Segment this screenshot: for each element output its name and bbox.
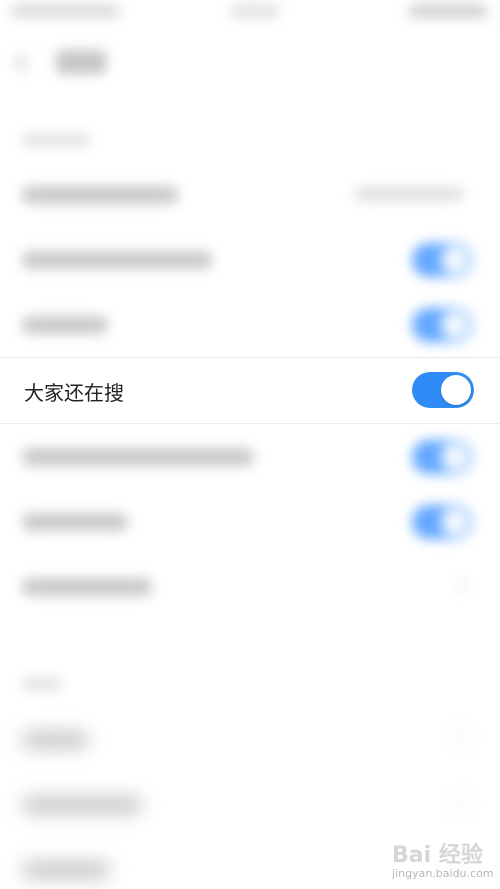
chevron-right-icon <box>451 795 467 811</box>
page-title-blurred <box>56 50 106 74</box>
row-label-blurred <box>22 251 212 269</box>
settings-row[interactable] <box>0 227 500 292</box>
row-value-blurred <box>354 187 464 201</box>
settings-row[interactable] <box>0 424 500 489</box>
row-label: 大家还在搜 <box>24 381 124 405</box>
row-label-blurred <box>22 861 110 879</box>
status-left-blurred <box>10 4 120 18</box>
everyone-searching-toggle[interactable] <box>412 372 474 408</box>
status-battery-blurred <box>408 4 488 18</box>
settings-row[interactable] <box>0 292 500 357</box>
settings-row[interactable] <box>0 707 500 772</box>
row-label-blurred <box>22 731 88 749</box>
settings-row[interactable] <box>0 772 500 837</box>
section-label-blurred <box>22 134 90 146</box>
baidu-jingyan-watermark: Bai 经验 jingyan.baidu.com <box>392 837 494 885</box>
back-icon[interactable] <box>15 53 35 73</box>
status-bar <box>0 0 500 28</box>
section-label-blurred <box>22 678 62 690</box>
toggle-switch-blurred[interactable] <box>412 308 472 342</box>
toggle-knob <box>441 375 471 405</box>
settings-row[interactable] <box>0 489 500 554</box>
row-label-blurred <box>22 448 254 466</box>
header <box>0 28 500 100</box>
row-label-blurred <box>22 796 142 814</box>
settings-row[interactable] <box>0 162 500 227</box>
row-label-blurred <box>22 186 178 204</box>
watermark-url: jingyan.baidu.com <box>392 867 494 880</box>
chevron-right-icon <box>451 730 467 746</box>
settings-row-everyone-searching[interactable]: 大家还在搜 <box>0 358 500 423</box>
row-label-blurred <box>22 513 128 531</box>
toggle-switch-blurred[interactable] <box>412 243 472 277</box>
row-label-blurred <box>22 316 108 334</box>
row-label-blurred <box>22 578 152 596</box>
status-time-blurred <box>230 4 280 18</box>
settings-row[interactable] <box>0 554 500 619</box>
watermark-mark: Bai 经验 <box>392 843 483 868</box>
toggle-switch-blurred[interactable] <box>412 505 472 539</box>
toggle-switch-blurred[interactable] <box>412 440 472 474</box>
chevron-right-icon <box>451 577 467 593</box>
